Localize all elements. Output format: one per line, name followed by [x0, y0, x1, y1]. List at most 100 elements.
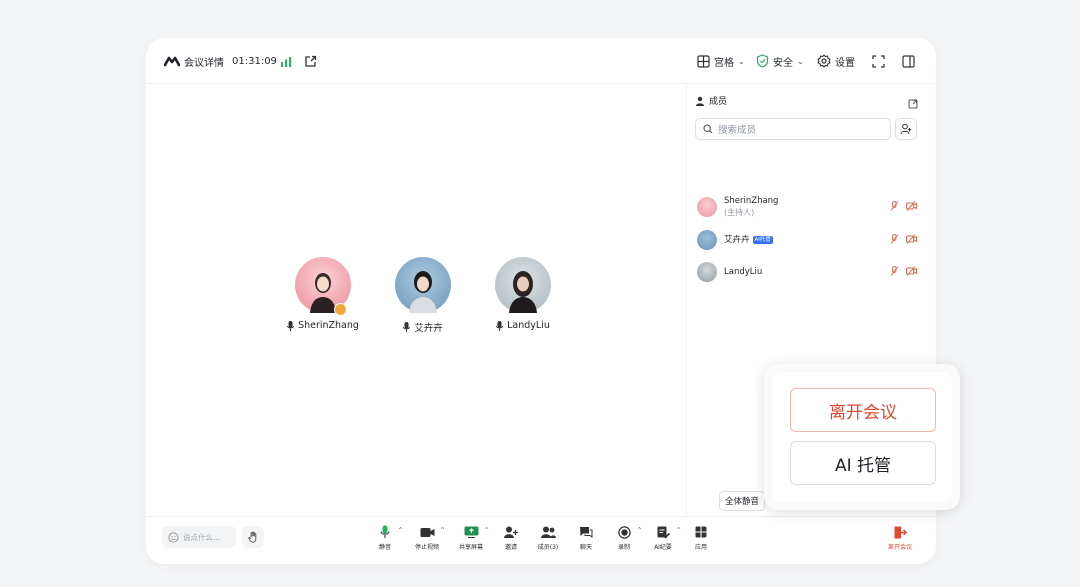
chevron-up-icon[interactable]: ^ — [676, 527, 681, 534]
avatar — [697, 197, 717, 217]
apps-icon — [695, 526, 707, 538]
share-screen-button[interactable]: ^ 共享屏幕 — [453, 525, 489, 551]
gear-icon — [817, 54, 831, 68]
bottom-toolbar: 说点什么... ^ 静音 ^ 停止视频 ^ 共享屏幕 邀请 成员(3) 聊天 ^… — [146, 516, 936, 564]
panel-title: 成员 — [709, 97, 728, 107]
share-screen-label: 共享屏幕 — [458, 544, 483, 551]
ai-minutes-label: AI纪要 — [654, 544, 672, 551]
confirm-leave-button[interactable]: 离开会议 — [790, 388, 936, 432]
member-name: SherinZhang — [724, 196, 779, 206]
member-name: 艾卉卉 — [724, 234, 750, 245]
leave-meeting-button[interactable]: 离开会议 — [882, 525, 918, 551]
host-badge-icon — [334, 303, 347, 316]
quick-chat-input[interactable]: 说点什么... — [162, 526, 236, 548]
members-button[interactable]: 成员(3) — [530, 525, 566, 551]
mute-all-button[interactable]: 全体静音 — [719, 491, 765, 511]
avatar — [295, 257, 351, 316]
ai-notes-icon — [657, 526, 670, 539]
microphone-icon — [496, 320, 504, 331]
share-screen-icon — [464, 526, 478, 538]
chevron-down-icon: ⌄ — [738, 56, 745, 66]
app-logo-icon — [164, 38, 180, 84]
video-off-icon[interactable] — [906, 234, 917, 244]
participant-name: 艾卉卉 — [414, 323, 443, 334]
members-icon — [540, 526, 556, 538]
microphone-icon — [287, 320, 295, 331]
emoji-icon — [168, 531, 179, 543]
chevron-up-icon[interactable]: ^ — [398, 527, 403, 534]
raise-hand-button[interactable] — [242, 526, 264, 548]
settings-label: 设置 — [835, 57, 855, 69]
apps-button[interactable]: 应用 — [683, 525, 719, 551]
invite-label: 邀请 — [504, 544, 517, 551]
settings-button[interactable]: 设置 — [817, 38, 855, 84]
ai-hosting-button[interactable]: AI 托管 — [790, 441, 936, 485]
members-label: 成员(3) — [537, 544, 559, 551]
add-person-icon — [900, 123, 912, 135]
participant-name: SherinZhang — [298, 320, 359, 331]
record-button[interactable]: ^ 录制 — [606, 525, 642, 551]
sidebar-toggle-icon[interactable] — [902, 38, 915, 84]
participant-tile[interactable]: 艾卉卉 — [378, 257, 468, 334]
member-row[interactable]: 艾卉卉 AI托管 — [697, 227, 917, 253]
stop-video-button[interactable]: ^ 停止视频 — [409, 525, 445, 551]
exit-icon — [894, 526, 907, 538]
chat-label: 聊天 — [579, 544, 592, 551]
panel-header: 成员 — [695, 94, 727, 107]
participant-tile[interactable]: SherinZhang — [278, 257, 368, 331]
fullscreen-icon[interactable] — [872, 38, 885, 84]
chat-placeholder: 说点什么... — [183, 532, 221, 542]
invite-button[interactable]: 邀请 — [493, 525, 529, 551]
signal-strength-icon[interactable] — [280, 38, 292, 84]
record-icon — [617, 525, 631, 539]
search-placeholder: 搜索成员 — [718, 125, 757, 136]
ai-minutes-button[interactable]: ^ AI纪要 — [645, 525, 681, 551]
top-bar: 会议详情 01:31:09 宫格 ⌄ 安全 ⌄ 设置 — [146, 38, 936, 84]
member-name: LandyLiu — [724, 266, 763, 277]
member-search-input[interactable]: 搜索成员 — [695, 118, 891, 140]
member-row[interactable]: SherinZhang (主持人) — [697, 194, 917, 220]
search-icon — [703, 124, 713, 134]
avatar — [495, 257, 551, 313]
participant-tile[interactable]: LandyLiu — [478, 257, 568, 331]
popover-body: 离开会议 AI 托管 — [772, 372, 952, 502]
layout-label: 宫格 — [714, 57, 734, 69]
avatar — [697, 262, 717, 282]
chat-button[interactable]: 聊天 — [568, 525, 604, 551]
avatar — [395, 257, 451, 313]
mic-muted-icon[interactable] — [890, 201, 899, 211]
mic-muted-icon[interactable] — [890, 234, 899, 244]
apps-label: 应用 — [694, 544, 707, 551]
member-role: (主持人) — [724, 208, 755, 217]
video-off-icon[interactable] — [906, 201, 917, 211]
microphone-icon — [380, 525, 390, 538]
member-row[interactable]: LandyLiu — [697, 259, 917, 285]
grid-icon — [697, 54, 710, 68]
meeting-details-title[interactable]: 会议详情 — [184, 38, 224, 84]
add-person-icon — [504, 526, 518, 538]
microphone-icon — [403, 322, 411, 332]
stop-video-label: 停止视频 — [414, 544, 439, 551]
video-off-icon[interactable] — [906, 266, 917, 276]
ai-hosting-badge: AI托管 — [752, 235, 773, 244]
shield-icon — [756, 54, 769, 68]
layout-grid-button[interactable]: 宫格 ⌄ — [697, 38, 745, 84]
mute-button[interactable]: ^ 静音 — [367, 525, 403, 551]
hand-icon — [247, 531, 256, 543]
mute-label: 静音 — [378, 544, 391, 551]
person-icon — [696, 96, 704, 106]
security-button[interactable]: 安全 ⌄ — [756, 38, 804, 84]
record-label: 录制 — [617, 544, 630, 551]
chevron-up-icon[interactable]: ^ — [637, 527, 642, 534]
popout-icon[interactable] — [908, 94, 918, 113]
leave-popover: 离开会议 AI 托管 — [764, 364, 960, 510]
chevron-up-icon[interactable]: ^ — [440, 527, 445, 534]
participant-name: LandyLiu — [507, 320, 550, 331]
popout-icon[interactable] — [304, 38, 317, 84]
mic-muted-icon[interactable] — [890, 266, 899, 276]
invite-member-button[interactable] — [895, 118, 917, 140]
chat-icon — [580, 527, 593, 538]
leave-label: 离开会议 — [887, 544, 912, 551]
meeting-timer: 01:31:09 — [232, 55, 277, 67]
chevron-up-icon[interactable]: ^ — [484, 527, 489, 534]
